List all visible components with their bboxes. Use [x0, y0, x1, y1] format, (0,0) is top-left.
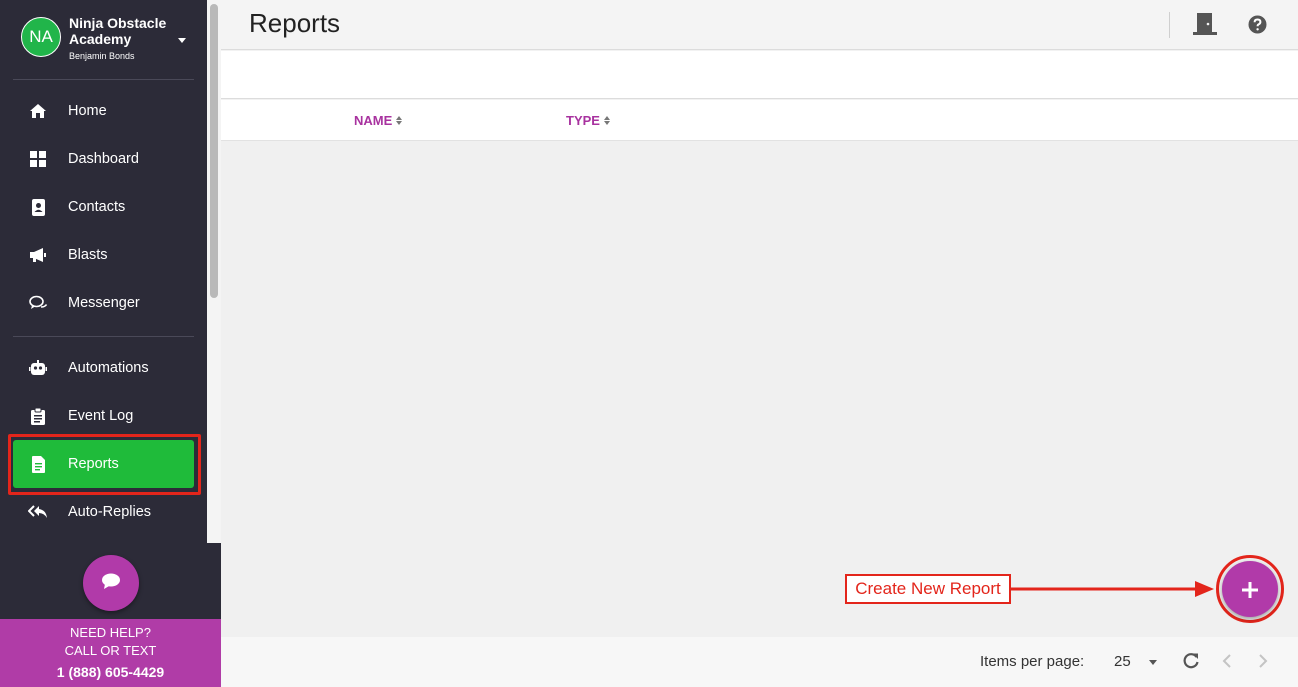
- logout-door-icon[interactable]: [1193, 13, 1217, 40]
- sidebar-item-contacts[interactable]: Contacts: [13, 183, 194, 231]
- sidebar-item-messenger[interactable]: Messenger: [13, 279, 194, 327]
- sidebar-item-label: Automations: [68, 360, 149, 376]
- chevron-left-icon[interactable]: [1221, 654, 1233, 673]
- callout-arrow: [1011, 580, 1216, 603]
- column-header-label: TYPE: [566, 113, 600, 128]
- home-icon: [27, 101, 49, 121]
- megaphone-icon: [27, 245, 49, 265]
- sidebar-item-label: Contacts: [68, 199, 126, 215]
- chat-bubbles-icon: [27, 293, 49, 313]
- sidebar-item-home[interactable]: Home: [13, 87, 194, 135]
- table-header: NAME TYPE: [221, 100, 1298, 141]
- table-toolbar: [221, 51, 1298, 99]
- org-switcher[interactable]: NA Ninja Obstacle Academy Benjamin Bonds: [14, 10, 194, 70]
- sidebar: NA Ninja Obstacle Academy Benjamin Bonds…: [0, 0, 221, 687]
- page-title: Reports: [249, 8, 341, 38]
- help-title: NEED HELP?: [70, 625, 151, 640]
- chat-bubble-icon: [101, 572, 121, 595]
- grid-icon: [27, 149, 49, 169]
- sort-icon: [603, 116, 610, 125]
- help-subtitle: CALL OR TEXT: [64, 643, 157, 658]
- column-header-label: NAME: [354, 113, 393, 128]
- sidebar-item-label: Auto-Replies: [68, 504, 152, 520]
- caret-down-icon: [178, 38, 186, 43]
- sidebar-item-automations[interactable]: Automations: [13, 344, 194, 392]
- column-header-type[interactable]: TYPE: [566, 113, 610, 128]
- sidebar-divider: [13, 336, 194, 337]
- topbar-divider: [1169, 12, 1170, 38]
- refresh-icon[interactable]: [1182, 652, 1200, 675]
- help-banner[interactable]: NEED HELP? CALL OR TEXT 1 (888) 605-4429: [0, 619, 221, 687]
- sidebar-item-dashboard[interactable]: Dashboard: [13, 135, 194, 183]
- sidebar-scrollbar-thumb[interactable]: [210, 4, 218, 298]
- sidebar-item-label: Blasts: [68, 247, 108, 263]
- sidebar-item-label: Dashboard: [68, 151, 139, 167]
- caret-down-icon[interactable]: [1149, 660, 1157, 665]
- org-avatar: NA: [21, 17, 61, 57]
- sort-icon: [396, 116, 403, 125]
- robot-icon: [27, 358, 49, 378]
- sidebar-item-label: Event Log: [68, 408, 134, 424]
- org-name: Ninja Obstacle Academy: [69, 15, 167, 47]
- items-per-page-label: Items per page:: [980, 653, 1085, 670]
- sidebar-item-label: Home: [68, 103, 107, 119]
- items-per-page-select[interactable]: 25: [1114, 653, 1131, 670]
- top-bar: Reports: [221, 0, 1298, 50]
- create-report-callout: Create New Report: [845, 574, 1011, 604]
- sidebar-item-event-log[interactable]: Event Log: [13, 392, 194, 440]
- reply-all-icon: [27, 502, 49, 522]
- sidebar-divider: [13, 79, 194, 80]
- contact-card-icon: [27, 197, 49, 217]
- user-name: Benjamin Bonds: [69, 51, 135, 61]
- pagination-bar: Items per page: 25: [221, 637, 1298, 687]
- sidebar-item-label: Messenger: [68, 295, 140, 311]
- plus-icon: [1242, 573, 1258, 605]
- support-chat-button[interactable]: [83, 555, 139, 611]
- help-phone[interactable]: 1 (888) 605-4429: [0, 664, 221, 680]
- create-report-button[interactable]: [1222, 561, 1278, 617]
- sidebar-item-blasts[interactable]: Blasts: [13, 231, 194, 279]
- column-header-name[interactable]: NAME: [354, 113, 403, 128]
- chevron-right-icon[interactable]: [1257, 654, 1269, 673]
- table-body-empty: [221, 141, 1298, 637]
- help-circle-icon[interactable]: [1248, 15, 1267, 39]
- sidebar-item-auto-replies[interactable]: Auto-Replies: [13, 488, 194, 536]
- clipboard-icon: [27, 406, 49, 426]
- reports-annotation-highlight: [8, 434, 201, 495]
